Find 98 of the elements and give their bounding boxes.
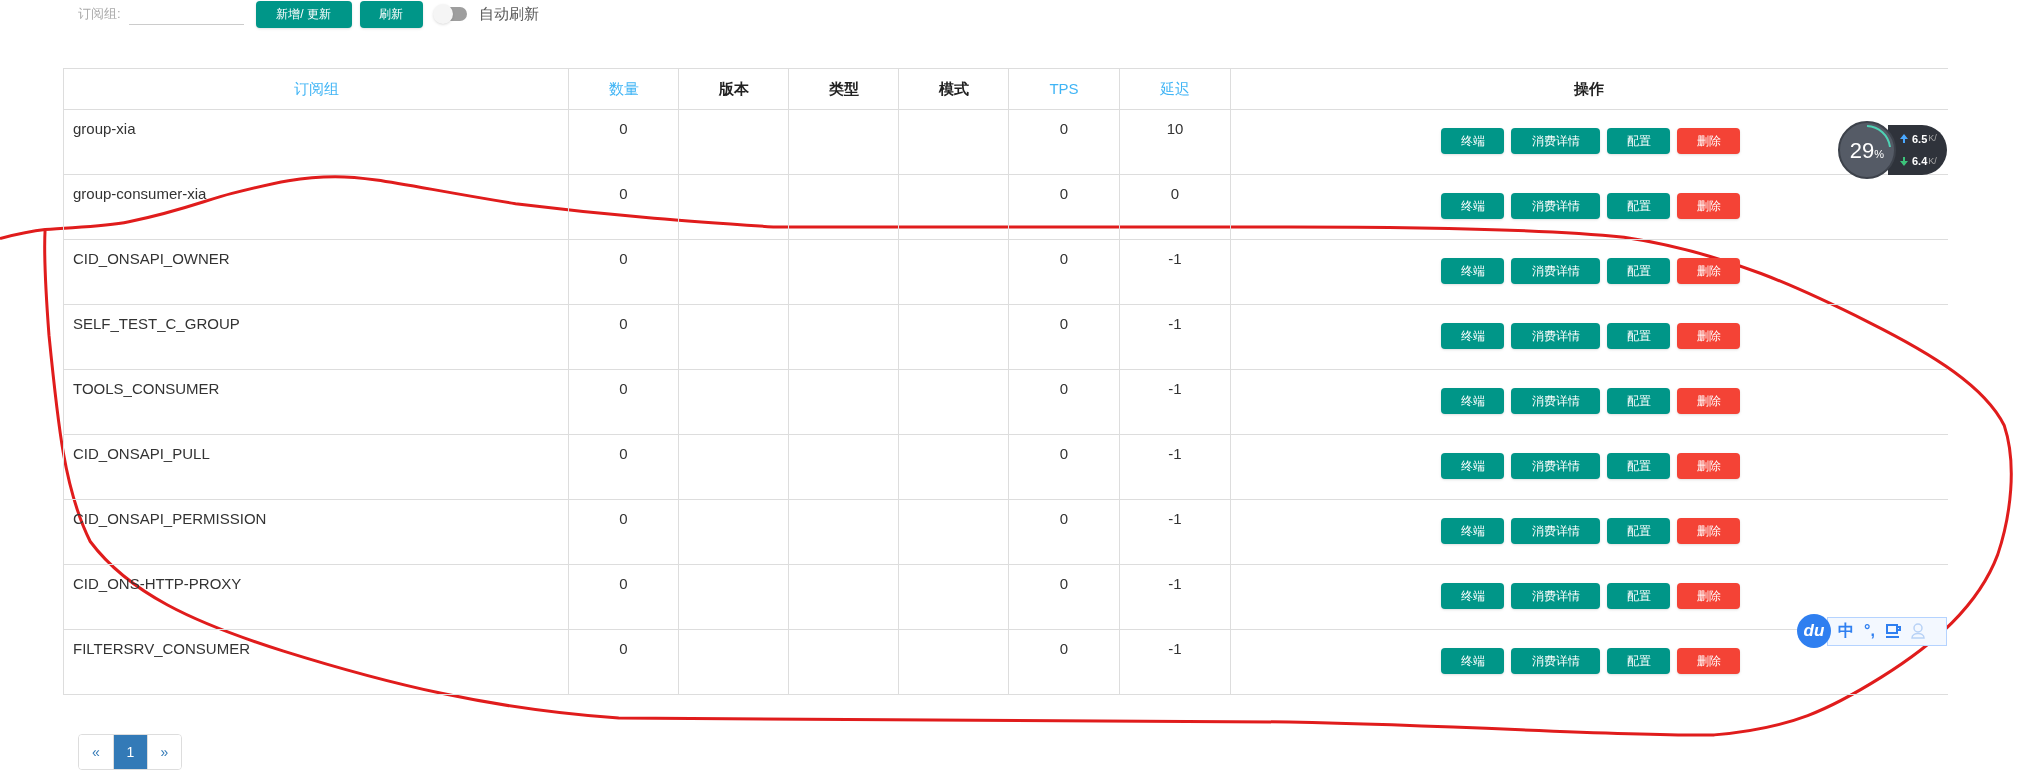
action-button[interactable]: 配置 <box>1607 128 1671 154</box>
table-cell: 0 <box>1059 185 1069 202</box>
table-cell: 0 <box>1059 120 1069 137</box>
action-button[interactable]: 终端 <box>1441 258 1505 284</box>
table-cell: 0 <box>1059 640 1069 657</box>
table-cell: 0 <box>619 575 628 592</box>
download-arrow-icon <box>1900 156 1908 166</box>
speed-value: 6.5 <box>1912 131 1928 147</box>
toolbar-button[interactable]: 新增/ 更新 <box>255 0 352 28</box>
action-button[interactable]: 消费详情 <box>1511 518 1601 544</box>
cup-icon[interactable] <box>1884 623 1901 639</box>
table-cell: -1 <box>1168 380 1182 397</box>
auto-refresh-toggle[interactable] <box>434 7 467 21</box>
action-button[interactable]: 配置 <box>1607 388 1671 414</box>
action-button[interactable]: 配置 <box>1607 648 1671 674</box>
table-cell: -1 <box>1168 445 1182 462</box>
column-header: 类型 <box>828 79 859 97</box>
action-button[interactable]: 删除 <box>1677 258 1741 284</box>
table-cell: 0 <box>619 510 628 527</box>
action-button[interactable]: 消费详情 <box>1511 453 1601 479</box>
action-button[interactable]: 配置 <box>1607 258 1671 284</box>
table-cell: 0 <box>619 250 628 267</box>
sortable-column-header[interactable]: 订阅组 <box>293 79 339 97</box>
action-button[interactable]: 终端 <box>1441 128 1505 154</box>
action-button[interactable]: 删除 <box>1677 193 1741 219</box>
page-button[interactable]: » <box>147 735 181 769</box>
ime-mode-button[interactable]: 中 <box>1838 619 1854 643</box>
table-cell: 0 <box>1059 575 1069 592</box>
action-button[interactable]: 配置 <box>1607 193 1671 219</box>
action-button[interactable]: 删除 <box>1677 128 1741 154</box>
table-cell: 0 <box>619 120 628 137</box>
action-button[interactable]: 终端 <box>1441 193 1505 219</box>
speed-value: 6.4 <box>1912 154 1928 169</box>
table-cell: CID_ONSAPI_PULL <box>73 445 210 462</box>
table-cell: 0 <box>1059 315 1069 332</box>
toolbar-button[interactable]: 刷新 <box>359 0 423 28</box>
page-button[interactable]: 1 <box>113 735 147 769</box>
action-button[interactable]: 消费详情 <box>1511 388 1601 414</box>
sortable-column-header[interactable]: 数量 <box>608 79 639 97</box>
table-cell: -1 <box>1168 250 1182 267</box>
table-cell: 0 <box>1059 445 1069 462</box>
action-button[interactable]: 消费详情 <box>1511 128 1601 154</box>
action-button[interactable]: 删除 <box>1677 388 1741 414</box>
table-cell: 0 <box>1059 510 1069 527</box>
action-button[interactable]: 终端 <box>1441 648 1505 674</box>
sortable-column-header[interactable]: TPS <box>1049 79 1079 97</box>
table-cell: 0 <box>1059 380 1069 397</box>
action-button[interactable]: 配置 <box>1607 583 1671 609</box>
action-button[interactable]: 配置 <box>1607 453 1671 479</box>
action-button[interactable]: 终端 <box>1441 453 1505 479</box>
column-header: 模式 <box>938 79 969 97</box>
table-cell: FILTERSRV_CONSUMER <box>73 640 250 657</box>
ime-punctuation-button[interactable]: °, <box>1864 619 1875 643</box>
table-cell: 0 <box>1059 250 1069 267</box>
table-cell: 0 <box>1170 185 1180 202</box>
table-cell: 0 <box>619 640 628 657</box>
user-icon[interactable] <box>1910 623 1925 639</box>
action-button[interactable]: 终端 <box>1441 583 1505 609</box>
action-button[interactable]: 消费详情 <box>1511 583 1601 609</box>
table-cell: 0 <box>619 445 628 462</box>
table-cell: CID_ONSAPI_OWNER <box>73 250 230 267</box>
action-button[interactable]: 终端 <box>1441 518 1505 544</box>
column-header: 版本 <box>718 79 749 97</box>
table-cell: TOOLS_CONSUMER <box>73 380 220 397</box>
column-header: 操作 <box>1574 79 1605 97</box>
table-cell: group-xia <box>73 120 136 137</box>
table-cell: -1 <box>1168 575 1182 592</box>
gauge-percent: 29 <box>1849 137 1875 163</box>
table-cell: 0 <box>619 185 628 202</box>
action-button[interactable]: 删除 <box>1677 518 1741 544</box>
table-cell: 0 <box>619 380 628 397</box>
speed-unit: K/ <box>1928 154 1937 168</box>
table-cell: group-consumer-xia <box>73 185 207 202</box>
upload-arrow-icon <box>1900 134 1908 144</box>
action-button[interactable]: 终端 <box>1441 323 1505 349</box>
table-cell: -1 <box>1168 510 1182 527</box>
table-cell: -1 <box>1168 640 1182 657</box>
table-cell: -1 <box>1168 315 1182 332</box>
action-button[interactable]: 消费详情 <box>1511 323 1601 349</box>
speed-unit: K/ <box>1928 132 1937 145</box>
action-button[interactable]: 消费详情 <box>1511 258 1601 284</box>
ime-logo[interactable]: du <box>1797 614 1831 648</box>
table-cell: 0 <box>619 315 628 332</box>
table-cell: SELF_TEST_C_GROUP <box>73 315 240 332</box>
action-button[interactable]: 删除 <box>1677 323 1741 349</box>
action-button[interactable]: 删除 <box>1677 583 1741 609</box>
action-button[interactable]: 消费详情 <box>1511 193 1601 219</box>
action-button[interactable]: 消费详情 <box>1511 648 1601 674</box>
action-button[interactable]: 终端 <box>1441 388 1505 414</box>
field-label: 订阅组: <box>78 5 121 24</box>
percent-sign: % <box>1874 147 1885 160</box>
action-button[interactable]: 配置 <box>1607 323 1671 349</box>
toggle-label: 自动刷新 <box>478 3 539 24</box>
table-cell: 10 <box>1166 120 1184 137</box>
action-button[interactable]: 配置 <box>1607 518 1671 544</box>
sortable-column-header[interactable]: 延迟 <box>1160 79 1190 97</box>
action-button[interactable]: 删除 <box>1677 453 1741 479</box>
action-button[interactable]: 删除 <box>1677 648 1741 674</box>
